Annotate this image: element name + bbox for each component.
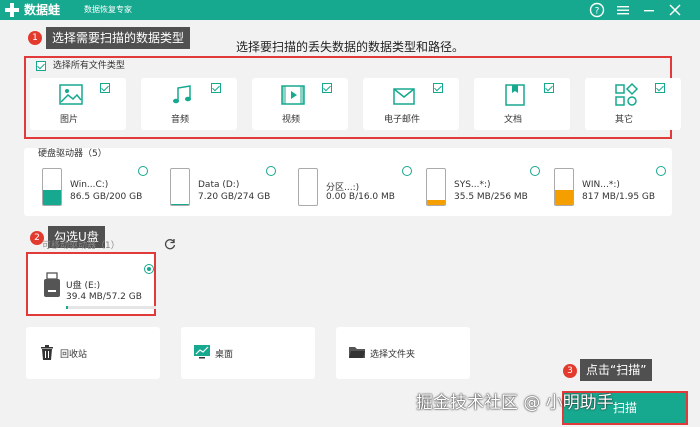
app-subtitle: 数据恢复专家 [84,5,132,14]
file-type-label: 文档 [503,115,522,125]
watermark-text: 掘金技术社区 @ 小明助手 [416,393,614,413]
drive-size: 817 MB/1.95 GB [582,192,656,202]
select-all-checkbox[interactable]: 选择所有文件类型 [36,60,125,72]
video-icon [281,85,305,105]
help-icon[interactable]: ? [588,1,606,19]
location-card-recycle-bin[interactable]: 回收站 [26,327,160,379]
step3-annotation: 点击“扫描” [580,359,653,381]
drive-name: WIN...*:) [582,180,620,190]
file-type-label: 音频 [170,115,189,125]
hard-drive-icon [554,168,574,206]
svg-text:?: ? [595,7,600,17]
app-name: 数据蛙 [24,3,61,17]
file-type-card-audio[interactable]: 音频 [141,78,237,130]
usb-drive-icon [44,272,60,297]
file-type-card-email[interactable]: 电子邮件 [363,78,459,130]
select-all-check-icon[interactable] [36,60,46,71]
image-icon [59,84,83,105]
hard-drive-radio[interactable] [266,166,276,176]
step1-annotation: 选择需要扫描的数据类型 [46,27,191,49]
drive-name: Data (D:) [198,180,240,190]
hard-drive-radio[interactable] [402,166,412,176]
step1-badge: 1 [28,31,42,45]
drive-size: 7.20 GB/274 GB [198,192,271,202]
drive-usage-fill [43,189,61,205]
usb-usage-bar [66,306,156,309]
recycle-bin-icon [41,345,53,360]
minimize-icon[interactable] [640,1,658,19]
hard-drive-item[interactable]: Win...C:) 86.5 GB/200 GB [30,164,150,210]
drive-name: Win...C:) [70,180,109,190]
drive-usage-fill [171,203,189,205]
usb-drive-size: 39.4 MB/57.2 GB [66,292,142,302]
close-icon[interactable] [666,1,684,19]
hard-drive-icon [170,168,190,206]
desktop-icon [194,345,210,359]
file-type-label: 视频 [281,115,300,125]
drive-name: SYS...*:) [454,180,491,190]
menu-icon[interactable] [614,1,632,19]
hard-drive-radio[interactable] [656,166,666,176]
email-icon [393,88,415,105]
drive-usage-fill [427,199,445,205]
hard-drive-item[interactable]: SYS...*:) 35.5 MB/256 MB [414,164,534,210]
file-type-card-images[interactable]: 图片 [30,78,126,130]
drive-size: 35.5 MB/256 MB [454,192,528,202]
drive-size: 0.00 B/16.0 MB [326,192,395,202]
hard-drive-icon [298,168,318,206]
file-type-card-documents[interactable]: 文档 [474,78,570,130]
hard-drive-item[interactable]: 分区...:) 0.00 B/16.0 MB [286,164,406,210]
usb-usage-fill [66,306,68,309]
title-bar: 数据蛙 数据恢复专家 ? [0,0,700,20]
hard-drive-radio[interactable] [138,166,148,176]
other-icon [615,83,639,106]
audio-checkbox[interactable] [211,83,221,93]
file-type-card-video[interactable]: 视频 [252,78,348,130]
music-icon [173,85,191,104]
file-type-label: 图片 [59,115,78,125]
images-checkbox[interactable] [100,83,110,93]
usb-drive-name: U盘 (E:) [66,281,101,291]
location-card-choose-folder[interactable]: 选择文件夹 [336,327,470,379]
hard-drive-section-title: 硬盘驱动器（5） [38,149,107,159]
video-checkbox[interactable] [322,83,332,93]
folder-icon [349,347,365,358]
step3-badge: 3 [563,364,577,378]
usb-drive-card[interactable]: U盘 (E:) 39.4 MB/57.2 GB [26,252,156,316]
location-label: 回收站 [60,350,88,360]
refresh-icon[interactable] [163,237,177,251]
hard-drive-radio[interactable] [530,166,540,176]
hard-drive-item[interactable]: Data (D:) 7.20 GB/274 GB [158,164,278,210]
location-card-desktop[interactable]: 桌面 [181,327,315,379]
document-icon [505,84,525,106]
file-type-label: 其它 [614,115,633,125]
instruction-text: 选择要扫描的丢失数据的数据类型和路径。 [236,40,465,54]
drive-usage-fill [555,189,573,205]
removable-section-title: 可移动驱动器（1） [42,241,120,251]
hard-drive-icon [42,168,62,206]
email-checkbox[interactable] [433,83,443,93]
drive-size: 86.5 GB/200 GB [70,192,143,202]
app-logo-icon [5,3,19,17]
file-type-card-other[interactable]: 其它 [585,78,681,130]
file-type-label: 电子邮件 [383,115,420,125]
hard-drive-icon [426,168,446,206]
location-label: 选择文件夹 [370,350,416,360]
select-all-label: 选择所有文件类型 [52,61,125,71]
usb-drive-radio[interactable] [144,264,154,274]
location-label: 桌面 [215,350,234,360]
hard-drive-item[interactable]: WIN...*:) 817 MB/1.95 GB [542,164,662,210]
documents-checkbox[interactable] [544,83,554,93]
other-checkbox[interactable] [655,83,665,93]
